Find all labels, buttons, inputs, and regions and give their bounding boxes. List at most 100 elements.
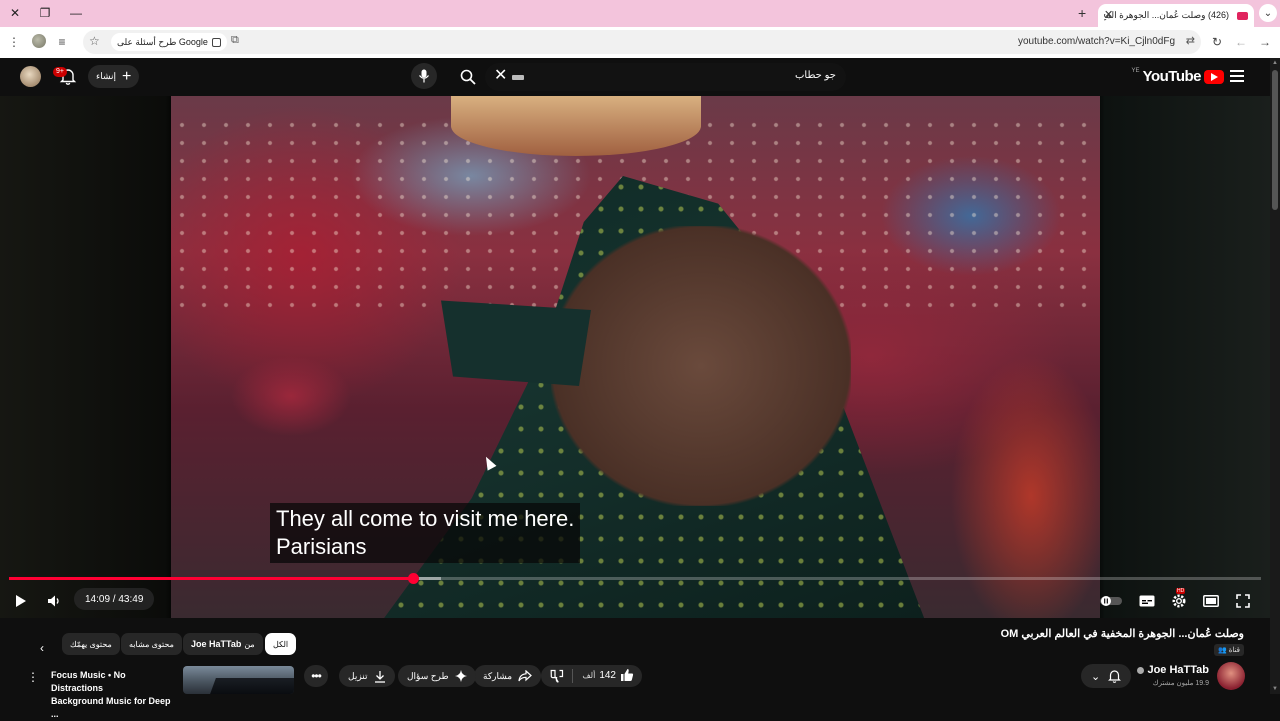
- channel-avatar[interactable]: [1217, 662, 1245, 690]
- recommendation-thumbnail[interactable]: [183, 666, 294, 694]
- logo-wordmark: YouTube: [1142, 68, 1202, 85]
- chip-from-channel[interactable]: من Joe HaTTab: [183, 633, 263, 655]
- guide-menu-icon[interactable]: [1230, 70, 1244, 82]
- reload-icon[interactable]: ↻: [1208, 33, 1226, 51]
- youtube-logo[interactable]: YE YouTube: [1132, 68, 1224, 85]
- dislike-button[interactable]: [550, 669, 564, 688]
- ask-google-button[interactable]: طرح أسئلة على Google: [111, 33, 227, 51]
- youtube-play-logo-icon: [1204, 69, 1224, 84]
- theater-mode-button[interactable]: [1199, 590, 1223, 612]
- bell-small-icon: [1108, 670, 1121, 683]
- thumbs-up-icon: [621, 669, 634, 681]
- time-display: 14:09 / 43:49: [74, 588, 155, 610]
- tab-search-chevron-icon[interactable]: ⌄: [1259, 4, 1277, 22]
- logo-country-code: YE: [1131, 67, 1140, 74]
- microphone-icon: [419, 69, 429, 83]
- chip-related-label: محتوى مشابه: [129, 639, 174, 649]
- forward-arrow-icon[interactable]: →: [1256, 33, 1274, 51]
- ask-button[interactable]: طرح سؤال: [398, 665, 476, 687]
- autoplay-toggle[interactable]: [1099, 590, 1123, 612]
- reading-list-icon[interactable]: ≡: [53, 33, 71, 51]
- like-count: 142: [599, 669, 616, 681]
- chip-from-channel-name: Joe HaTTab: [191, 639, 242, 649]
- close-window-icon[interactable]: ✕: [5, 4, 25, 22]
- recommendation-menu-icon[interactable]: ⋮: [27, 670, 39, 684]
- chip-all-label: الكل: [273, 639, 289, 649]
- captions-button[interactable]: [1135, 590, 1159, 612]
- chip-for-you-label: محتوى يهمّك: [70, 639, 112, 649]
- more-actions-button[interactable]: •••: [304, 665, 328, 687]
- scroll-down-icon[interactable]: ▼: [1272, 686, 1278, 692]
- search-keyboard-icon[interactable]: [512, 75, 524, 80]
- new-tab-button[interactable]: +: [1078, 5, 1086, 21]
- subscriber-count: 19.9 مليون مشترك: [1152, 680, 1209, 687]
- time-text: 14:09 / 43:49: [85, 593, 144, 605]
- youtube-masthead: YE YouTube جو حطاب ✕: [0, 58, 1270, 96]
- browser-menu-icon[interactable]: ⋮: [5, 33, 23, 51]
- channel-name-row[interactable]: Joe HaTTab: [1137, 664, 1209, 676]
- video-player[interactable]: They all come to visit me here. Parisian…: [0, 96, 1270, 618]
- search-input[interactable]: جو حطاب ✕: [485, 63, 846, 91]
- volume-icon: [48, 595, 59, 607]
- share-button[interactable]: مشاركة: [474, 665, 542, 687]
- hd-badge: HD: [1176, 588, 1186, 594]
- tab-title: (426) وصلت عُمان... الجوهرة المخ: [1104, 10, 1229, 20]
- play-button[interactable]: [9, 590, 33, 612]
- fullscreen-icon: [1236, 594, 1250, 608]
- scrollbar-thumb[interactable]: [1272, 70, 1278, 210]
- create-button[interactable]: إنشاء +: [88, 65, 140, 88]
- channel-tag-label: قناة: [1228, 647, 1240, 654]
- voice-search-button[interactable]: [411, 63, 437, 89]
- search-button[interactable]: [453, 63, 483, 91]
- fullscreen-button[interactable]: [1231, 590, 1255, 612]
- install-app-icon[interactable]: ⧉: [231, 34, 239, 47]
- site-settings-icon[interactable]: ⇄: [1186, 34, 1195, 47]
- restore-window-icon[interactable]: ❐: [35, 4, 55, 22]
- back-arrow-icon[interactable]: ←: [1232, 33, 1250, 51]
- subscribed-button[interactable]: ⌄: [1081, 664, 1131, 688]
- tab-close-icon[interactable]: ✕: [1104, 8, 1113, 21]
- share-icon: [518, 670, 532, 682]
- verified-check-icon: [1137, 666, 1145, 674]
- scroll-up-icon[interactable]: ▲: [1272, 60, 1278, 66]
- chip-related[interactable]: محتوى مشابه: [121, 633, 182, 655]
- chevron-down-icon: ⌄: [1090, 670, 1101, 683]
- caption-line-1: They all come to visit me here.: [276, 506, 575, 531]
- sparkle-icon: [454, 670, 467, 682]
- like-button[interactable]: 142 ألف: [582, 668, 634, 682]
- gear-icon: [1172, 594, 1186, 608]
- download-icon: [374, 670, 385, 683]
- people-icon: 👥: [1218, 647, 1227, 654]
- chip-all[interactable]: الكل: [265, 633, 297, 655]
- channel-tag[interactable]: قناة 👥: [1214, 644, 1244, 656]
- clear-search-icon[interactable]: ✕: [494, 68, 507, 84]
- channel-name[interactable]: Joe HaTTab: [1147, 664, 1209, 676]
- browser-tab-youtube[interactable]: (426) وصلت عُمان... الجوهرة المخ ✕: [1098, 4, 1254, 27]
- progress-played: [9, 577, 414, 580]
- chips-scroll-left-icon[interactable]: ‹: [34, 640, 50, 656]
- download-button[interactable]: تنزيل: [339, 665, 395, 687]
- progress-bar[interactable]: [9, 573, 1261, 584]
- lens-icon: [211, 37, 221, 47]
- account-avatar[interactable]: [20, 66, 41, 87]
- page-scrollbar[interactable]: ▲ ▼: [1270, 58, 1280, 694]
- captions-icon: [1139, 595, 1155, 607]
- like-divider: [572, 669, 573, 683]
- address-bar[interactable]: ☆ طرح أسئلة على Google ⧉ youtube.com/wat…: [83, 30, 1201, 54]
- mute-button[interactable]: [43, 590, 67, 612]
- chip-for-you[interactable]: محتوى يهمّك: [62, 633, 120, 655]
- search-query-text: جو حطاب: [795, 70, 836, 81]
- search-icon: [460, 69, 476, 85]
- minimize-window-icon[interactable]: —: [66, 4, 86, 22]
- bookmark-star-icon[interactable]: ☆: [89, 34, 100, 48]
- url-text[interactable]: youtube.com/watch?v=Ki_Cjln0dFg: [1018, 36, 1175, 47]
- profile-avatar[interactable]: [32, 34, 46, 48]
- recommendation-title[interactable]: Focus Music • No Distractions Background…: [51, 669, 179, 721]
- settings-button[interactable]: HD: [1167, 588, 1191, 612]
- scene-tray: [451, 96, 701, 156]
- caption-line-2: Parisians: [276, 534, 367, 559]
- plus-icon: +: [122, 67, 132, 85]
- notifications-badge: 9+: [53, 67, 67, 77]
- theater-mode-icon: [1203, 595, 1219, 607]
- scene-face: [551, 226, 851, 506]
